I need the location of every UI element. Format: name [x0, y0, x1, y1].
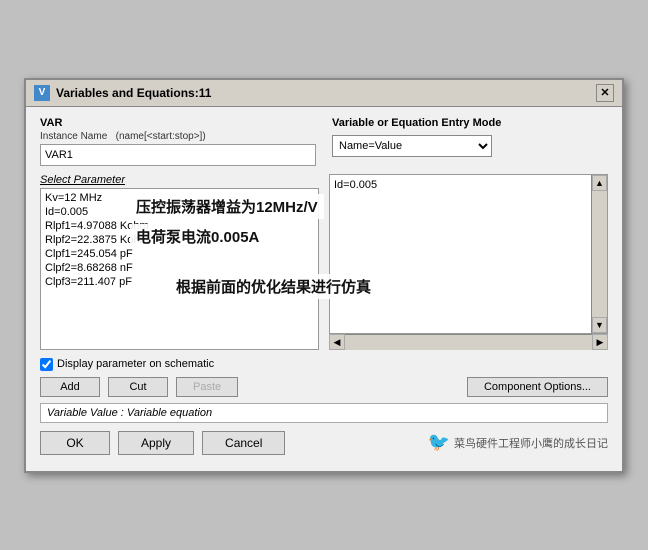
mode-select-container: Name=Value Equation [332, 135, 608, 157]
list-item[interactable]: Clpf2=8.68268 nF [45, 261, 314, 275]
bottom-buttons: OK Apply Cancel 🐦 菜鸟硬件工程师小鹰的成长日记 [40, 431, 608, 461]
equation-content: Id=0.005 [334, 179, 377, 191]
checkbox-label: Display parameter on schematic [57, 358, 214, 370]
action-buttons: Add Cut Paste Component Options... [40, 377, 608, 397]
scroll-down-button[interactable]: ▼ [592, 317, 607, 333]
window-icon: V [34, 85, 50, 101]
param-section: Select Parameter Kv=12 MHz Id=0.005 Rlpf… [40, 174, 319, 350]
dialog-body: VAR Instance Name (name[<start:stop>]) V… [26, 107, 622, 471]
scroll-right-button[interactable]: ▶ [592, 334, 608, 350]
scroll-up-button[interactable]: ▲ [592, 175, 607, 191]
status-text: Variable Value : Variable equation [47, 407, 212, 419]
display-param-checkbox[interactable] [40, 358, 53, 371]
title-bar-left: V Variables and Equations:11 [34, 85, 211, 101]
list-item[interactable]: Rlpf2=22.3875 Kohm [45, 233, 314, 247]
watermark-area: 🐦 菜鸟硬件工程师小鹰的成长日记 [428, 432, 608, 453]
list-item[interactable]: Clpf1=245.054 pF [45, 247, 314, 261]
equation-area-wrapper: Id=0.005 ▲ ▼ ◀ ▶ [329, 174, 608, 350]
watermark-text: 菜鸟硬件工程师小鹰的成长日记 [454, 435, 608, 451]
add-button[interactable]: Add [40, 377, 100, 397]
close-button[interactable]: ✕ [596, 84, 614, 102]
cancel-button[interactable]: Cancel [202, 431, 285, 455]
instance-name-sublabel: Instance Name (name[<start:stop>]) [40, 131, 316, 142]
apply-button[interactable]: Apply [118, 431, 194, 455]
equation-scroll-container: Id=0.005 ▲ ▼ [329, 174, 608, 334]
equation-scroll-inner: Id=0.005 [330, 175, 607, 195]
mode-select[interactable]: Name=Value Equation [332, 135, 492, 157]
cut-button[interactable]: Cut [108, 377, 168, 397]
mode-label: Variable or Equation Entry Mode [332, 117, 608, 129]
mode-panel: Variable or Equation Entry Mode Name=Val… [332, 117, 608, 157]
dialog-title: Variables and Equations:11 [56, 86, 211, 100]
top-row: VAR Instance Name (name[<start:stop>]) V… [40, 117, 608, 166]
list-item[interactable]: Id=0.005 [45, 205, 314, 219]
checkbox-row: Display parameter on schematic [40, 358, 608, 371]
list-item[interactable]: Rlpf1=4.97088 Kohm [45, 219, 314, 233]
scroll-arrows: ▲ ▼ [591, 175, 607, 333]
select-param-label: Select Parameter [40, 174, 319, 186]
dialog-window: V Variables and Equations:11 ✕ VAR Insta… [24, 78, 624, 473]
component-options-button[interactable]: Component Options... [467, 377, 608, 397]
status-bar: Variable Value : Variable equation [40, 403, 608, 423]
var-label: VAR [40, 117, 316, 129]
horizontal-scrollbar: ◀ ▶ [329, 334, 608, 350]
instance-name-input[interactable] [40, 144, 316, 166]
list-item[interactable]: Kv=12 MHz [45, 191, 314, 205]
paste-button[interactable]: Paste [176, 377, 238, 397]
instance-name-label: Instance Name [40, 131, 107, 142]
var-panel: VAR Instance Name (name[<start:stop>]) [40, 117, 316, 166]
title-bar: V Variables and Equations:11 ✕ [26, 80, 622, 107]
scroll-left-button[interactable]: ◀ [329, 334, 345, 350]
instance-name-format: (name[<start:stop>]) [116, 131, 206, 142]
param-list[interactable]: Kv=12 MHz Id=0.005 Rlpf1=4.97088 Kohm Rl… [40, 188, 319, 350]
list-item[interactable]: Clpf3=211.407 pF [45, 275, 314, 289]
middle-section: Select Parameter Kv=12 MHz Id=0.005 Rlpf… [40, 174, 608, 350]
ok-button[interactable]: OK [40, 431, 110, 455]
